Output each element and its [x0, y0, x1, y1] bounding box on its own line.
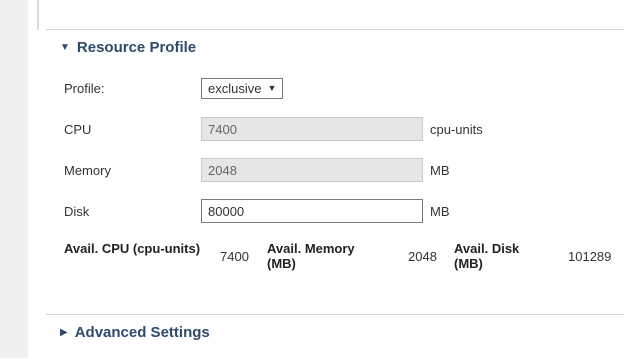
- profile-label: Profile:: [64, 80, 105, 96]
- avail-disk-label: Avail. Disk (MB): [454, 241, 520, 271]
- dropdown-arrow-icon: ▼: [267, 83, 277, 93]
- caret-down-icon: ▼: [60, 41, 70, 53]
- disk-input[interactable]: 80000: [201, 199, 423, 223]
- advanced-settings-section: ▶ Advanced Settings: [46, 314, 624, 359]
- section-title: Advanced Settings: [74, 324, 210, 341]
- section-title: Resource Profile: [76, 39, 197, 56]
- avail-disk-value: 101289: [568, 249, 612, 264]
- avail-cpu-value: 7400: [220, 249, 249, 264]
- memory-label: Memory: [64, 162, 111, 178]
- cpu-row: CPU 7400 cpu-units: [64, 117, 624, 141]
- resource-profile-header[interactable]: ▼ Resource Profile: [60, 39, 196, 56]
- memory-input[interactable]: 2048: [201, 158, 423, 182]
- profile-select-value: exclusive: [208, 80, 262, 96]
- advanced-settings-header[interactable]: ▶ Advanced Settings: [60, 324, 210, 341]
- left-gutter: [0, 0, 28, 358]
- disk-label: Disk: [64, 203, 90, 219]
- profile-row: Profile: exclusive ▼: [64, 76, 624, 100]
- avail-cpu-label: Avail. CPU (cpu-units): [64, 241, 201, 256]
- disk-row: Disk 80000 MB: [64, 199, 624, 223]
- cpu-input[interactable]: 7400: [201, 117, 423, 141]
- memory-row: Memory 2048 MB: [64, 158, 624, 182]
- avail-memory-value: 2048: [408, 249, 437, 264]
- cpu-label: CPU: [64, 121, 92, 137]
- memory-unit: MB: [430, 162, 450, 178]
- caret-right-icon: ▶: [60, 326, 68, 338]
- cpu-unit: cpu-units: [430, 121, 483, 137]
- resource-profile-section: ▼ Resource Profile Profile: exclusive ▼ …: [46, 29, 624, 290]
- avail-memory-label: Avail. Memory (MB): [267, 241, 355, 271]
- disk-unit: MB: [430, 203, 450, 219]
- divider: [37, 0, 39, 30]
- profile-select[interactable]: exclusive ▼: [201, 77, 284, 99]
